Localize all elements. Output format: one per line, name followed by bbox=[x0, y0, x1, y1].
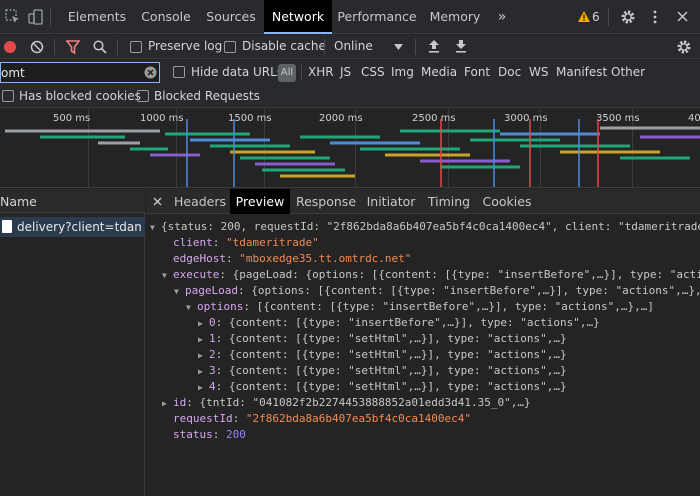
tab-performance[interactable]: Performance bbox=[332, 0, 422, 34]
type-filter-img[interactable]: Img bbox=[391, 65, 414, 79]
tab-network[interactable]: Network bbox=[264, 0, 332, 34]
network-settings-gear-icon[interactable] bbox=[676, 39, 692, 55]
tab-timing[interactable]: Timing bbox=[420, 189, 478, 214]
type-filter-doc[interactable]: Doc bbox=[498, 65, 521, 79]
throttling-select[interactable]: Online bbox=[334, 39, 373, 53]
name-column-header[interactable]: Name bbox=[0, 194, 37, 209]
tab-response[interactable]: Response bbox=[290, 189, 362, 214]
warning-icon[interactable] bbox=[578, 11, 590, 22]
export-har-icon[interactable] bbox=[455, 39, 467, 54]
device-toolbar-icon[interactable] bbox=[28, 9, 44, 25]
request-row[interactable]: delivery?client=tdam... bbox=[0, 217, 145, 237]
devtools-tabbar: Elements Console Sources Network Perform… bbox=[0, 0, 700, 34]
has-blocked-cookies-checkbox[interactable] bbox=[2, 90, 14, 102]
type-filter-font[interactable]: Font bbox=[464, 65, 490, 79]
blocked-filter-bar: Has blocked cookies Blocked Requests bbox=[0, 86, 700, 108]
timeline-bars bbox=[5, 119, 700, 187]
tree-node-edgehost: edgeHost: "mboxedge35.tt.omtrdc.net" bbox=[173, 252, 412, 265]
search-icon[interactable] bbox=[93, 40, 107, 54]
filter-icon[interactable] bbox=[66, 40, 80, 54]
inspect-element-icon[interactable] bbox=[5, 9, 21, 25]
disable-cache-checkbox[interactable] bbox=[224, 41, 236, 53]
clear-icon[interactable] bbox=[30, 40, 44, 54]
tree-node-id[interactable]: ▶ id: {tntId: "041082f2b2274453888852a01e… bbox=[162, 395, 531, 411]
tab-cookies[interactable]: Cookies bbox=[478, 189, 536, 214]
tree-node-option[interactable]: ▶ 1: {content: [{type: "setHtml",…}], typ… bbox=[198, 331, 567, 347]
close-devtools-icon[interactable] bbox=[677, 11, 688, 22]
import-har-icon[interactable] bbox=[428, 39, 440, 54]
has-blocked-cookies-label[interactable]: Has blocked cookies bbox=[19, 89, 141, 103]
blocked-requests-label[interactable]: Blocked Requests bbox=[154, 89, 260, 103]
tab-sources[interactable]: Sources bbox=[198, 0, 264, 34]
tree-node-root[interactable]: ▼ {status: 200, requestId: "2f862bda8a6b4… bbox=[150, 219, 700, 235]
tab-console[interactable]: Console bbox=[134, 0, 198, 34]
request-list: Name delivery?client=tdam... bbox=[0, 189, 145, 496]
preserve-log-label[interactable]: Preserve log bbox=[148, 39, 222, 53]
type-filter-media[interactable]: Media bbox=[421, 65, 457, 79]
type-filter-css[interactable]: CSS bbox=[361, 65, 385, 79]
more-tabs-button[interactable]: » bbox=[490, 0, 514, 34]
blocked-requests-checkbox[interactable] bbox=[137, 90, 149, 102]
warning-count[interactable]: 6 bbox=[592, 10, 600, 24]
close-details-icon[interactable] bbox=[153, 197, 162, 206]
tree-node-status: status: 200 bbox=[173, 428, 246, 441]
tab-initiator[interactable]: Initiator bbox=[362, 189, 420, 214]
filter-input-box[interactable] bbox=[0, 62, 160, 83]
tab-headers[interactable]: Headers bbox=[170, 189, 230, 214]
preserve-log-checkbox[interactable] bbox=[130, 41, 142, 53]
filter-input[interactable] bbox=[1, 64, 139, 81]
type-filter-xhr[interactable]: XHR bbox=[308, 65, 334, 79]
kebab-menu-icon[interactable] bbox=[652, 10, 658, 24]
chevron-down-icon[interactable] bbox=[394, 44, 403, 50]
tab-preview[interactable]: Preview bbox=[230, 189, 290, 214]
tree-node-option[interactable]: ▶ 2: {content: [{type: "setHtml",…}], typ… bbox=[198, 347, 567, 363]
document-icon bbox=[2, 220, 12, 233]
tree-node-client: client: "tdameritrade" bbox=[173, 236, 319, 249]
tree-node-option[interactable]: ▶ 3: {content: [{type: "setHtml",…}], typ… bbox=[198, 363, 567, 379]
disable-cache-label[interactable]: Disable cache bbox=[242, 39, 326, 53]
request-list-header: Name bbox=[0, 189, 145, 213]
detail-tabs: Headers Preview Response Initiator Timin… bbox=[146, 189, 700, 214]
tree-node-requestid: requestId: "2f862bda8a6b407ea5bf4c0ca140… bbox=[173, 412, 472, 425]
tree-node-option[interactable]: ▶ 0: {content: [{type: "insertBefore",…}]… bbox=[198, 315, 600, 331]
tab-memory[interactable]: Memory bbox=[422, 0, 488, 34]
tree-node-execute[interactable]: ▼ execute: {pageLoad: {options: [{content… bbox=[162, 267, 700, 283]
settings-gear-icon[interactable] bbox=[620, 9, 636, 25]
tree-node-pageload[interactable]: ▼ pageLoad: {options: [{content: [{type: … bbox=[174, 283, 700, 299]
request-name[interactable]: delivery?client=tdam... bbox=[17, 220, 141, 234]
record-icon[interactable] bbox=[3, 40, 17, 54]
hide-data-urls-label[interactable]: Hide data URLs bbox=[191, 65, 283, 79]
request-details: Headers Preview Response Initiator Timin… bbox=[146, 189, 700, 496]
type-filter-ws[interactable]: WS bbox=[529, 65, 548, 79]
tree-node-options[interactable]: ▼ options: [{content: [{type: "insertBefo… bbox=[186, 299, 654, 315]
tree-node-option[interactable]: ▶ 4: {content: [{type: "setHtml",…}], typ… bbox=[198, 379, 567, 395]
filter-bar: Hide data URLs All XHR JS CSS Img Media … bbox=[0, 60, 700, 86]
tab-elements[interactable]: Elements bbox=[60, 0, 134, 34]
hide-data-urls-checkbox[interactable] bbox=[173, 66, 185, 78]
type-filter-manifest[interactable]: Manifest bbox=[556, 65, 607, 79]
type-filter-other[interactable]: Other bbox=[611, 65, 645, 79]
type-filter-js[interactable]: JS bbox=[340, 65, 351, 79]
type-filter-all[interactable]: All bbox=[278, 64, 296, 82]
clear-filter-icon[interactable] bbox=[144, 66, 157, 79]
network-overview-timeline[interactable]: 500 ms 1000 ms 1500 ms 2000 ms 2500 ms 3… bbox=[0, 109, 700, 188]
network-toolbar: Preserve log Disable cache Online bbox=[0, 35, 700, 59]
